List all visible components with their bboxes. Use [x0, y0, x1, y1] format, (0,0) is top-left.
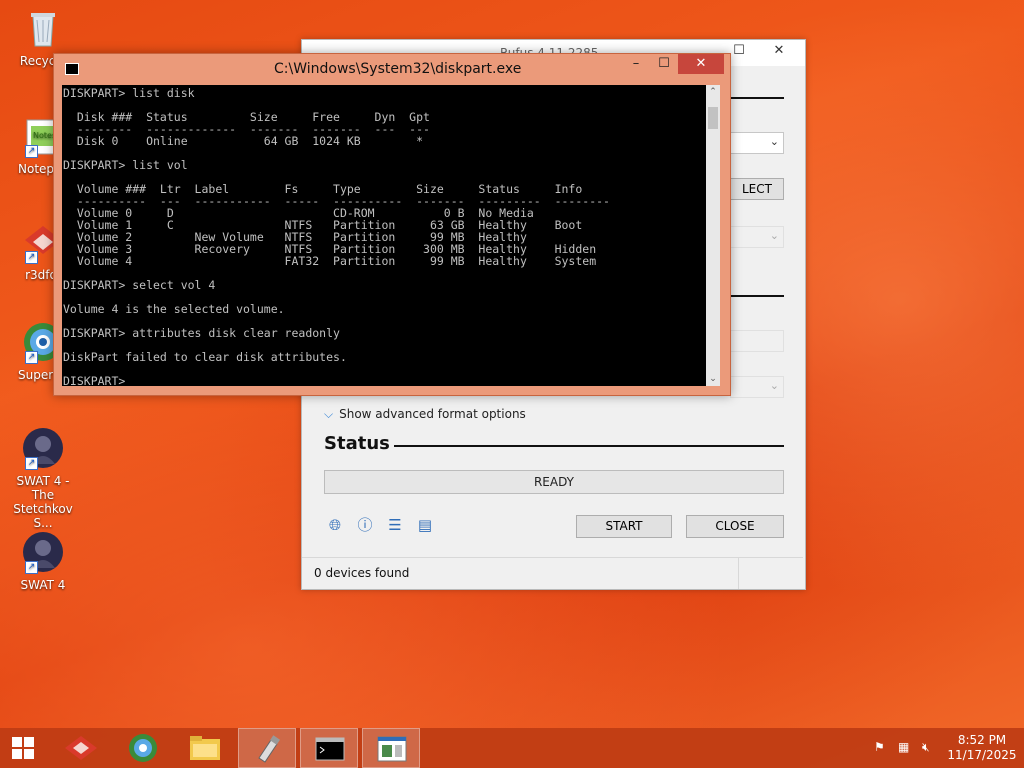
recycle-bin-icon — [21, 6, 65, 50]
rufus-close-button[interactable]: ✕ — [758, 40, 800, 62]
console-text: DISKPART> list disk Disk ### Status Size… — [63, 86, 610, 386]
desktop-icon-label: SWAT 4 - The Stetchkov S... — [13, 474, 73, 530]
console-icon — [65, 63, 79, 75]
device-dropdown[interactable]: ⌄ — [730, 132, 784, 154]
folder-icon — [190, 736, 220, 760]
action-center-flag-icon[interactable]: ⚑ — [874, 740, 885, 754]
chevron-down-icon: ⌵ — [324, 407, 334, 421]
minimize-button[interactable]: – — [622, 54, 650, 74]
usb-drive-icon — [258, 735, 280, 763]
status-divider — [394, 445, 784, 447]
status-bar-separator — [738, 558, 739, 589]
r3dfox-icon — [65, 736, 97, 760]
window-icon — [377, 736, 407, 762]
windows-logo-icon — [12, 737, 34, 759]
console-scrollbar[interactable]: ⌃ ⌄ — [706, 85, 720, 386]
volume-muted-icon[interactable]: 🔇︎ — [922, 740, 930, 755]
close-button[interactable]: CLOSE — [686, 515, 784, 538]
partition-scheme-dropdown[interactable]: ⌄ — [730, 226, 784, 248]
shortcut-arrow-icon: ↗ — [25, 561, 38, 574]
advanced-format-options-toggle[interactable]: ⌵ Show advanced format options — [324, 407, 526, 422]
supermium-icon — [129, 734, 157, 762]
chevron-down-icon: ⌄ — [769, 229, 779, 242]
taskbar-r3dfox[interactable] — [52, 728, 110, 768]
status-heading: Status — [324, 433, 390, 454]
chevron-down-icon: ⌄ — [769, 135, 779, 148]
taskbar-diskpart[interactable] — [300, 728, 358, 768]
shortcut-arrow-icon: ↗ — [25, 457, 38, 470]
close-button[interactable]: ✕ — [678, 54, 724, 74]
console-output[interactable]: DISKPART> list disk Disk ### Status Size… — [62, 85, 706, 386]
progress-bar: READY — [324, 470, 784, 494]
info-icon[interactable]: ⓘ — [356, 516, 374, 534]
start-button[interactable]: START — [576, 515, 672, 538]
diskpart-window: C:\Windows\System32\diskpart.exe – ☐ ✕ D… — [53, 53, 731, 396]
scrollbar-thumb[interactable] — [708, 107, 718, 129]
shortcut-arrow-icon: ↗ — [25, 351, 38, 364]
devices-found-text: 0 devices found — [314, 566, 410, 580]
scroll-down-icon[interactable]: ⌄ — [706, 372, 720, 386]
rufus-status-bar: 0 devices found — [302, 557, 803, 589]
select-image-button[interactable]: LECT — [730, 178, 784, 200]
chevron-down-icon: ⌄ — [769, 379, 779, 392]
maximize-button[interactable]: ☐ — [650, 54, 678, 74]
system-clock[interactable]: 8:52 PM 11/17/2025 — [944, 733, 1020, 763]
taskbar-other-window[interactable] — [362, 728, 420, 768]
taskbar-file-explorer[interactable] — [176, 728, 234, 768]
clock-date: 11/17/2025 — [947, 748, 1017, 762]
advanced-format-options-label: Show advanced format options — [339, 407, 526, 421]
clock-time: 8:52 PM — [957, 733, 1007, 747]
section-divider — [730, 295, 784, 297]
section-divider — [730, 97, 784, 99]
swat4-icon: ↗ — [21, 426, 65, 470]
taskbar: ⚑ ▦ 🔇︎ 8:52 PM 11/17/2025 — [0, 728, 1024, 768]
taskbar-supermium[interactable] — [114, 728, 172, 768]
start-button[interactable] — [0, 728, 48, 768]
network-icon[interactable]: ▦ — [898, 740, 909, 754]
file-system-dropdown[interactable]: ⌄ — [730, 376, 784, 398]
desktop-icon-label: SWAT 4 — [20, 578, 66, 592]
taskbar-rufus[interactable] — [238, 728, 296, 768]
shortcut-arrow-icon: ↗ — [25, 145, 38, 158]
console-icon — [315, 737, 345, 761]
volume-label-field[interactable] — [730, 330, 784, 352]
desktop-icon-swat4[interactable]: ↗ SWAT 4 — [8, 530, 78, 592]
desktop-icon-swat4-stetchkov[interactable]: ↗ SWAT 4 - The Stetchkov S... — [8, 426, 78, 530]
swat4-icon: ↗ — [21, 530, 65, 574]
settings-sliders-icon[interactable]: ☰ — [386, 516, 404, 534]
scroll-up-icon[interactable]: ⌃ — [706, 85, 720, 99]
diskpart-window-title: C:\Windows\System32\diskpart.exe — [274, 61, 522, 77]
log-icon[interactable]: ▤ — [416, 516, 434, 534]
shortcut-arrow-icon: ↗ — [25, 251, 38, 264]
globe-icon[interactable]: 🌐︎ — [326, 516, 344, 534]
